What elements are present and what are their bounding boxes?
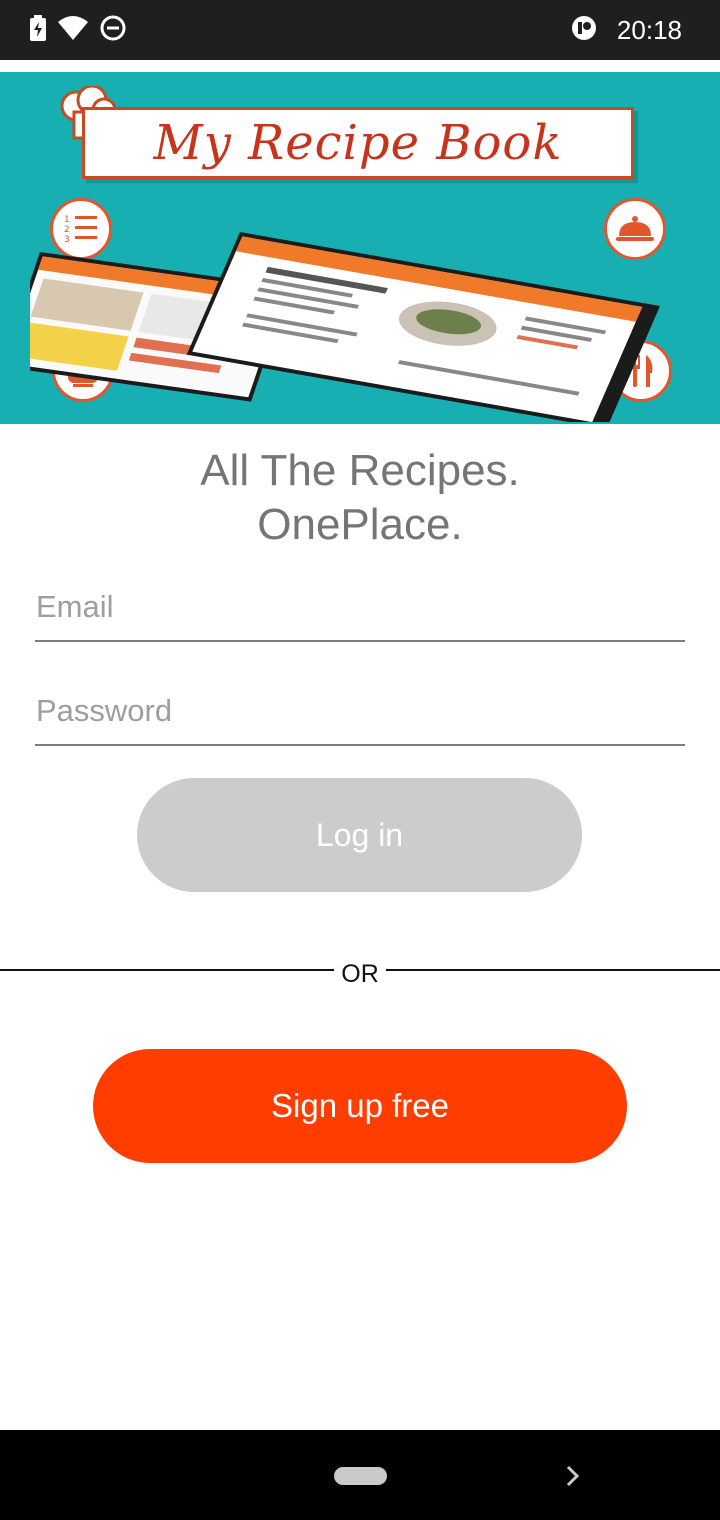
tagline-line-2: OnePlace. <box>257 500 463 549</box>
tagline: All The Recipes. OnePlace. <box>0 444 720 552</box>
tagline-line-1: All The Recipes. <box>200 446 520 495</box>
banner-title: My Recipe Book <box>153 115 563 171</box>
status-icons-right: 20:18 <box>571 12 682 48</box>
app-banner: My Recipe Book 1 2 3 <box>0 72 720 424</box>
wifi-icon <box>58 15 88 45</box>
signup-button[interactable]: Sign up free <box>93 1049 627 1163</box>
password-field[interactable] <box>35 684 685 744</box>
password-field-container <box>35 684 685 746</box>
navigation-bar <box>0 1430 720 1520</box>
banner-title-plate: My Recipe Book <box>82 107 634 179</box>
divider-right <box>386 969 720 971</box>
do-not-disturb-icon <box>100 15 126 46</box>
chevron-right-icon[interactable] <box>562 1463 584 1494</box>
email-field-container <box>35 580 685 642</box>
status-time: 20:18 <box>616 14 682 45</box>
login-button[interactable]: Log in <box>137 778 582 892</box>
divider-or-label: OR <box>341 960 379 988</box>
divider-left <box>0 969 334 971</box>
home-pill-icon[interactable] <box>334 1467 387 1485</box>
status-bar: 20:18 <box>0 0 720 60</box>
status-icons-left <box>30 12 126 48</box>
app-notification-icon <box>571 15 597 46</box>
email-field[interactable] <box>35 580 685 640</box>
battery-charging-icon <box>30 14 46 46</box>
app-preview-illustration <box>1 212 670 424</box>
